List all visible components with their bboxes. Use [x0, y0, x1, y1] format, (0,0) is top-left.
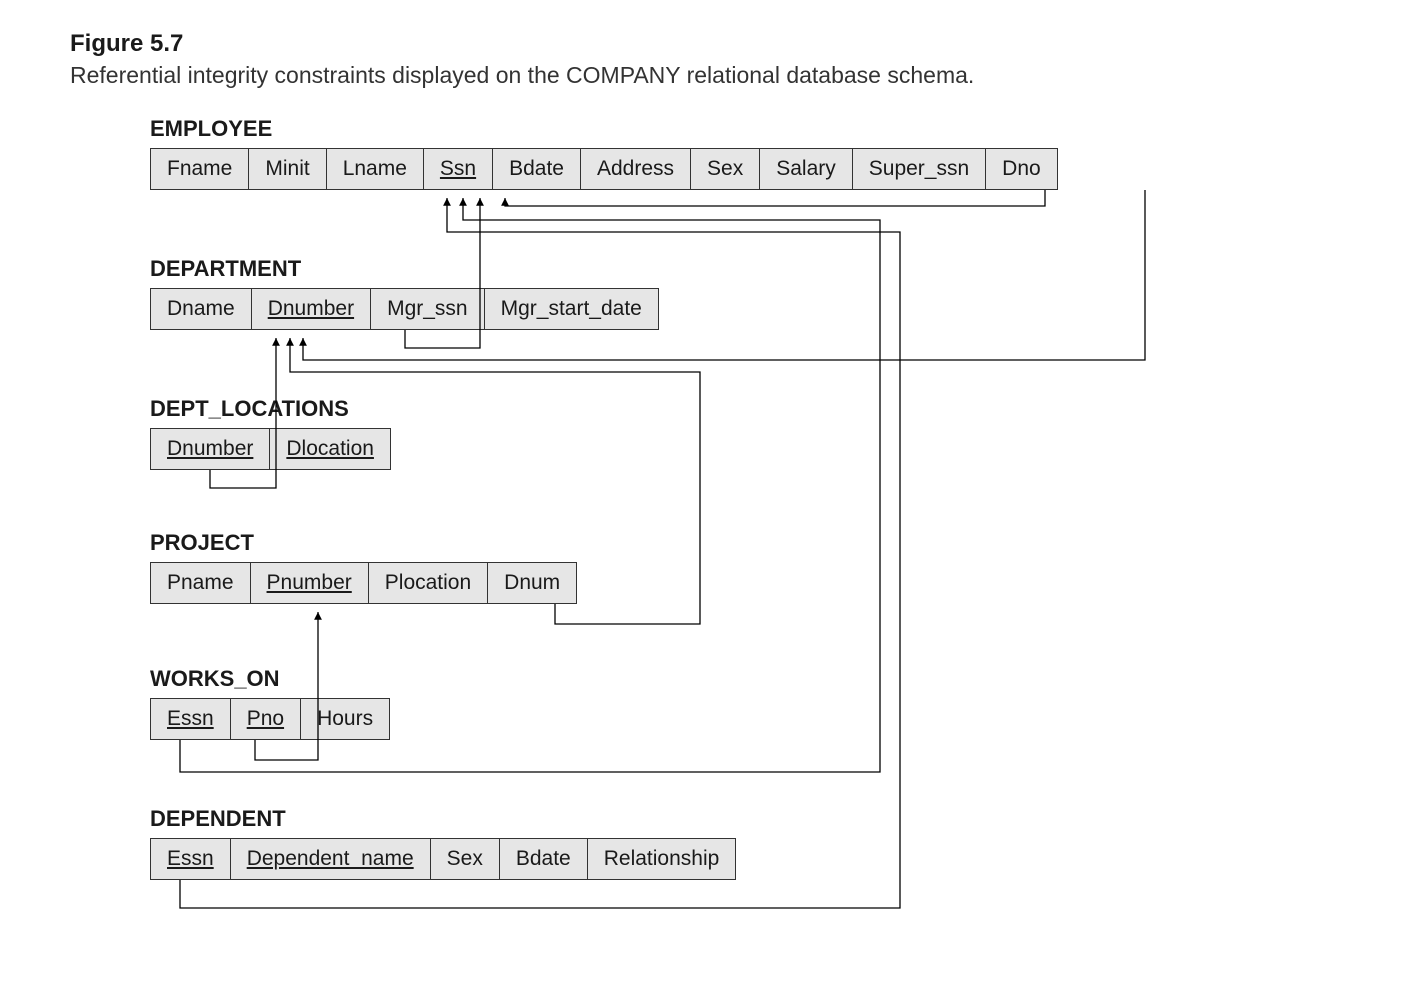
fk-dno-dnumber	[303, 190, 1145, 360]
employee-col-salary: Salary	[760, 149, 853, 189]
employee-col-lname: Lname	[327, 149, 424, 189]
dependent-table: Essn Dependent_name Sex Bdate Relationsh…	[150, 838, 736, 880]
department-col-mgrssn: Mgr_ssn	[371, 289, 485, 329]
figure-caption: Referential integrity constraints displa…	[70, 62, 974, 89]
department-table: Dname Dnumber Mgr_ssn Mgr_start_date	[150, 288, 659, 330]
employee-col-address: Address	[581, 149, 691, 189]
employee-col-minit: Minit	[249, 149, 326, 189]
employee-table: Fname Minit Lname Ssn Bdate Address Sex …	[150, 148, 1058, 190]
project-col-plocation: Plocation	[369, 563, 488, 603]
workson-title: WORKS_ON	[150, 666, 280, 692]
deptloc-col-dnumber: Dnumber	[151, 429, 270, 469]
project-col-dnum: Dnum	[488, 563, 576, 603]
department-col-mgrstart: Mgr_start_date	[485, 289, 658, 329]
employee-col-fname: Fname	[151, 149, 249, 189]
deptloc-table: Dnumber Dlocation	[150, 428, 391, 470]
workson-col-hours: Hours	[301, 699, 389, 739]
dependent-col-bdate: Bdate	[500, 839, 588, 879]
project-title: PROJECT	[150, 530, 254, 556]
workson-col-essn: Essn	[151, 699, 231, 739]
fk-superssn-ssn	[505, 190, 1045, 206]
dependent-col-sex: Sex	[431, 839, 500, 879]
project-col-pname: Pname	[151, 563, 251, 603]
fk-workson-essn-ssn	[180, 198, 880, 772]
employee-col-dno: Dno	[986, 149, 1057, 189]
department-col-dname: Dname	[151, 289, 252, 329]
dependent-title: DEPENDENT	[150, 806, 286, 832]
project-table: Pname Pnumber Plocation Dnum	[150, 562, 577, 604]
workson-table: Essn Pno Hours	[150, 698, 390, 740]
deptloc-title: DEPT_LOCATIONS	[150, 396, 349, 422]
employee-col-bdate: Bdate	[493, 149, 581, 189]
employee-col-superssn: Super_ssn	[853, 149, 986, 189]
deptloc-col-dlocation: Dlocation	[270, 429, 390, 469]
workson-col-pno: Pno	[231, 699, 301, 739]
figure-label: Figure 5.7	[70, 30, 183, 58]
employee-col-ssn: Ssn	[424, 149, 493, 189]
employee-title: EMPLOYEE	[150, 116, 272, 142]
dependent-col-essn: Essn	[151, 839, 231, 879]
department-col-dnumber: Dnumber	[252, 289, 371, 329]
department-title: DEPARTMENT	[150, 256, 301, 282]
dependent-col-relationship: Relationship	[588, 839, 736, 879]
employee-col-sex: Sex	[691, 149, 760, 189]
dependent-col-depname: Dependent_name	[231, 839, 431, 879]
project-col-pnumber: Pnumber	[251, 563, 369, 603]
